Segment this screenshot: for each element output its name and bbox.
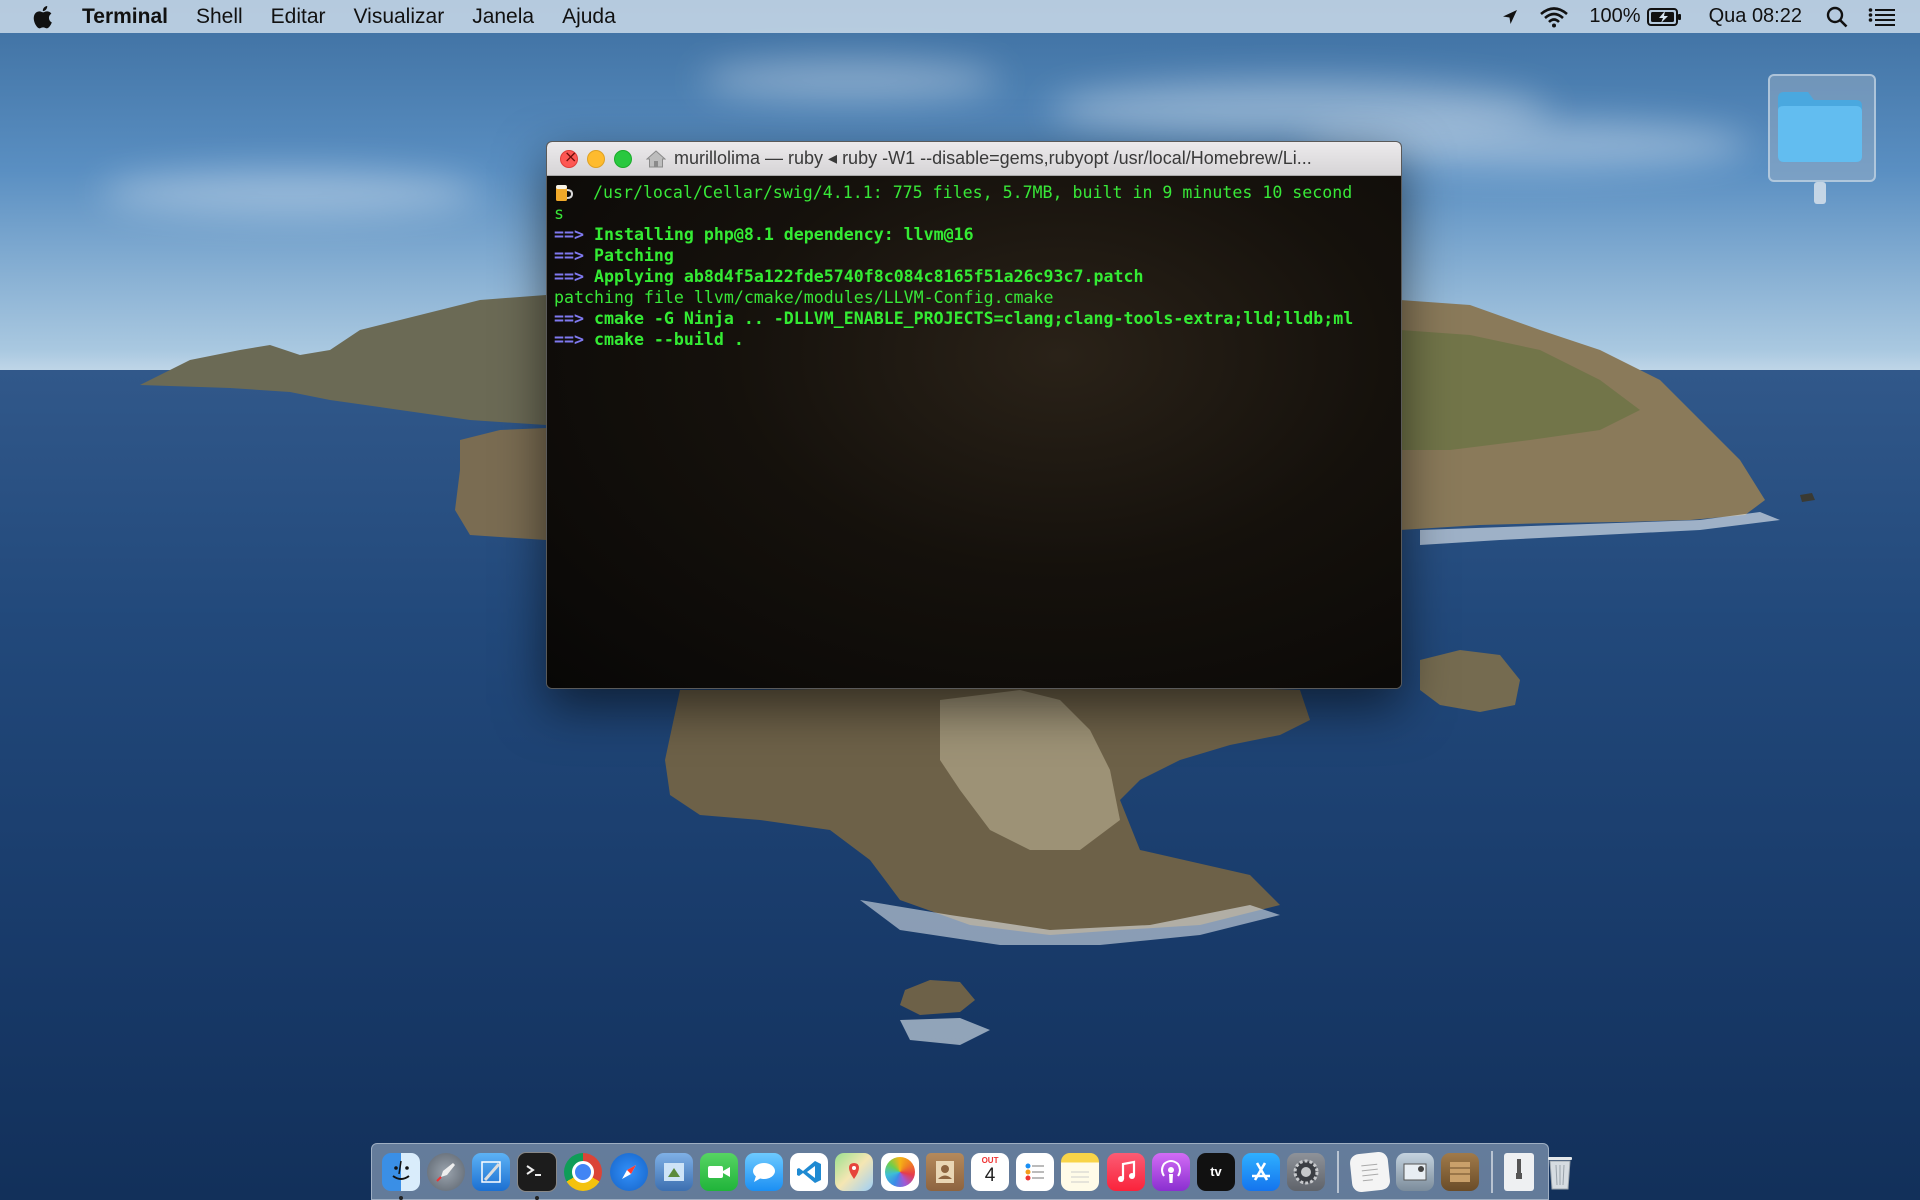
notes-icon[interactable] bbox=[1061, 1152, 1100, 1191]
apple-icon[interactable] bbox=[30, 4, 54, 30]
photos-icon[interactable] bbox=[880, 1152, 919, 1191]
location-arrow-icon[interactable] bbox=[1501, 8, 1519, 26]
app-store-icon[interactable] bbox=[1242, 1152, 1281, 1191]
terminal-text: /usr/local/Cellar/swig/4.1.1: 775 files,… bbox=[592, 183, 1353, 202]
terminal-arrow: ==> bbox=[554, 330, 584, 349]
terminal-line: ==> Patching bbox=[554, 245, 1394, 266]
tv-label: tv bbox=[1210, 1164, 1222, 1179]
terminal-line: /usr/local/Cellar/swig/4.1.1: 775 files,… bbox=[554, 182, 1394, 203]
home-icon bbox=[646, 149, 666, 167]
wifi-icon[interactable] bbox=[1539, 6, 1569, 28]
terminal-arrow: ==> bbox=[554, 309, 584, 328]
preview-icon[interactable] bbox=[654, 1152, 693, 1191]
terminal-arrow: ==> bbox=[554, 246, 584, 265]
menu-shell[interactable]: Shell bbox=[196, 5, 243, 29]
calendar-month: OUT bbox=[981, 1156, 999, 1165]
desktop-folder-label bbox=[1814, 182, 1826, 204]
window-title: murillolima — ruby ◂ ruby -W1 --disable=… bbox=[646, 148, 1312, 169]
dock-separator bbox=[1490, 1150, 1493, 1193]
zip-file-icon[interactable] bbox=[1504, 1152, 1535, 1191]
menu-visualizar[interactable]: Visualizar bbox=[354, 5, 445, 29]
terminal-line: ==> Applying ab8d4f5a122fde5740f8c084c81… bbox=[554, 266, 1394, 287]
terminal-text: cmake --build . bbox=[593, 330, 744, 349]
folder-icon bbox=[1778, 92, 1862, 162]
notification-center-icon[interactable] bbox=[1868, 7, 1896, 27]
status-area: 100% Qua 08:22 bbox=[1501, 0, 1920, 33]
messages-icon[interactable] bbox=[745, 1152, 784, 1191]
safari-icon[interactable] bbox=[609, 1152, 648, 1191]
screenshot-icon[interactable] bbox=[1395, 1152, 1434, 1191]
window-title-text: murillolima — ruby ◂ ruby -W1 --disable=… bbox=[674, 148, 1312, 168]
zoom-button[interactable] bbox=[614, 149, 632, 168]
calendar-icon[interactable]: OUT 4 bbox=[971, 1152, 1010, 1191]
menu-app-name[interactable]: Terminal bbox=[82, 5, 168, 29]
trash-icon[interactable] bbox=[1541, 1153, 1579, 1191]
terminal-arrow: ==> bbox=[554, 267, 584, 286]
desktop-folder[interactable] bbox=[1768, 74, 1876, 182]
terminal-text: Patching bbox=[593, 246, 674, 265]
maps-icon[interactable] bbox=[835, 1152, 874, 1191]
music-icon[interactable] bbox=[1106, 1152, 1145, 1191]
menu-bar: Terminal Shell Editar Visualizar Janela … bbox=[0, 0, 1920, 33]
close-button[interactable] bbox=[560, 147, 578, 168]
terminal-line: s bbox=[554, 204, 564, 223]
terminal-app-icon[interactable] bbox=[517, 1151, 558, 1200]
archive-utility-icon[interactable] bbox=[1440, 1152, 1479, 1191]
finder-icon[interactable] bbox=[381, 1152, 420, 1200]
terminal-line: ==> cmake -G Ninja .. -DLLVM_ENABLE_PROJ… bbox=[554, 308, 1394, 329]
terminal-text: Installing php@8.1 dependency: llvm@16 bbox=[593, 225, 974, 244]
terminal-line: ==> Installing php@8.1 dependency: llvm@… bbox=[554, 224, 1394, 245]
terminal-output[interactable]: /usr/local/Cellar/swig/4.1.1: 775 files,… bbox=[547, 176, 1401, 688]
reminders-icon[interactable] bbox=[1016, 1152, 1055, 1191]
dock: OUT 4 tv bbox=[371, 1143, 1573, 1200]
dock-separator bbox=[1336, 1150, 1339, 1193]
vscode-icon[interactable] bbox=[790, 1152, 829, 1191]
terminal-window[interactable]: murillolima — ruby ◂ ruby -W1 --disable=… bbox=[546, 141, 1402, 689]
apple-tv-icon[interactable]: tv bbox=[1196, 1152, 1235, 1191]
textedit-icon[interactable] bbox=[1348, 1150, 1391, 1193]
podcasts-icon[interactable] bbox=[1151, 1152, 1190, 1191]
chrome-icon[interactable] bbox=[564, 1152, 603, 1191]
terminal-text: cmake -G Ninja .. -DLLVM_ENABLE_PROJECTS… bbox=[593, 309, 1354, 328]
minimize-button[interactable] bbox=[587, 149, 605, 168]
beer-mug-icon bbox=[556, 185, 573, 201]
menu-ajuda[interactable]: Ajuda bbox=[562, 5, 616, 29]
menubar-clock[interactable]: Qua 08:22 bbox=[1709, 5, 1802, 28]
xcode-icon[interactable] bbox=[471, 1152, 510, 1191]
window-titlebar[interactable]: murillolima — ruby ◂ ruby -W1 --disable=… bbox=[547, 142, 1401, 176]
system-preferences-icon[interactable] bbox=[1287, 1152, 1326, 1191]
menu-janela[interactable]: Janela bbox=[472, 5, 534, 29]
terminal-line: patching file llvm/cmake/modules/LLVM-Co… bbox=[554, 288, 1054, 307]
contacts-icon[interactable] bbox=[925, 1152, 964, 1191]
facetime-icon[interactable] bbox=[699, 1152, 738, 1191]
terminal-arrow: ==> bbox=[554, 225, 584, 244]
menu-editar[interactable]: Editar bbox=[271, 5, 326, 29]
battery-icon[interactable] bbox=[1646, 7, 1683, 27]
battery-percent: 100% bbox=[1589, 5, 1641, 27]
terminal-line: ==> cmake --build . bbox=[554, 329, 1394, 350]
calendar-day: 4 bbox=[984, 1165, 996, 1186]
launchpad-icon[interactable] bbox=[426, 1152, 465, 1191]
terminal-text: Applying ab8d4f5a122fde5740f8c084c8165f5… bbox=[593, 267, 1144, 286]
spotlight-search-icon[interactable] bbox=[1826, 6, 1848, 28]
